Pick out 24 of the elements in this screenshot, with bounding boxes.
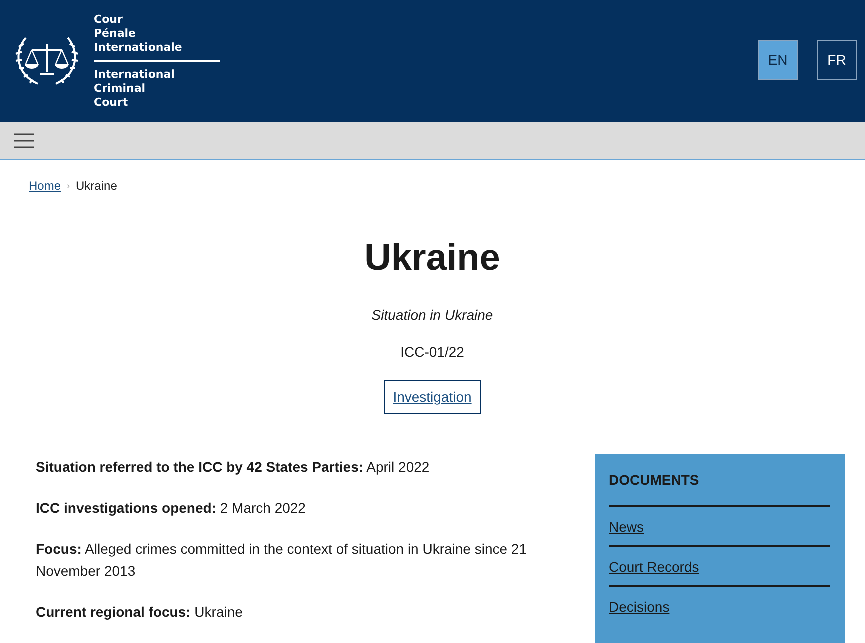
logo-text: Pénale <box>94 26 138 40</box>
logo-text: Internationale <box>94 40 184 54</box>
language-button[interactable]: EN <box>758 40 798 80</box>
breadcrumb-separator: › <box>67 181 70 191</box>
investigation-link[interactable]: Investigation <box>384 380 481 414</box>
fact-text: Current regional focus: Ukraine <box>36 603 244 622</box>
logo-text: Court <box>94 96 130 110</box>
logo-text: Criminal <box>94 82 147 96</box>
document-link[interactable]: Decisions <box>609 599 670 615</box>
fact-text: Situation referred to the ICC by 42 States Parties: April 2022 <box>36 458 431 477</box>
document-link[interactable]: News <box>609 519 644 535</box>
breadcrumb-current: Ukraine <box>76 179 118 193</box>
fact-text: Focus: Alleged crimes committed in the context of situation in Ukraine since 21 November 2013 <box>36 540 528 581</box>
breadcrumb-link[interactable]: Home <box>29 179 62 193</box>
case-code: ICC-01/22 <box>400 344 464 360</box>
documents-heading: DOCUMENTS <box>609 472 830 507</box>
language-button[interactable]: FR <box>817 40 857 80</box>
page-subtitle: Situation in Ukraine <box>372 307 494 323</box>
page-title: Ukraine <box>364 236 500 280</box>
logo-text: Cour <box>94 12 124 26</box>
document-link[interactable]: Court Records <box>609 559 700 575</box>
fact-text: ICC investigations opened: 2 March 2022 <box>36 499 307 518</box>
logo-text: International <box>94 68 176 82</box>
menu-icon[interactable] <box>14 132 34 148</box>
